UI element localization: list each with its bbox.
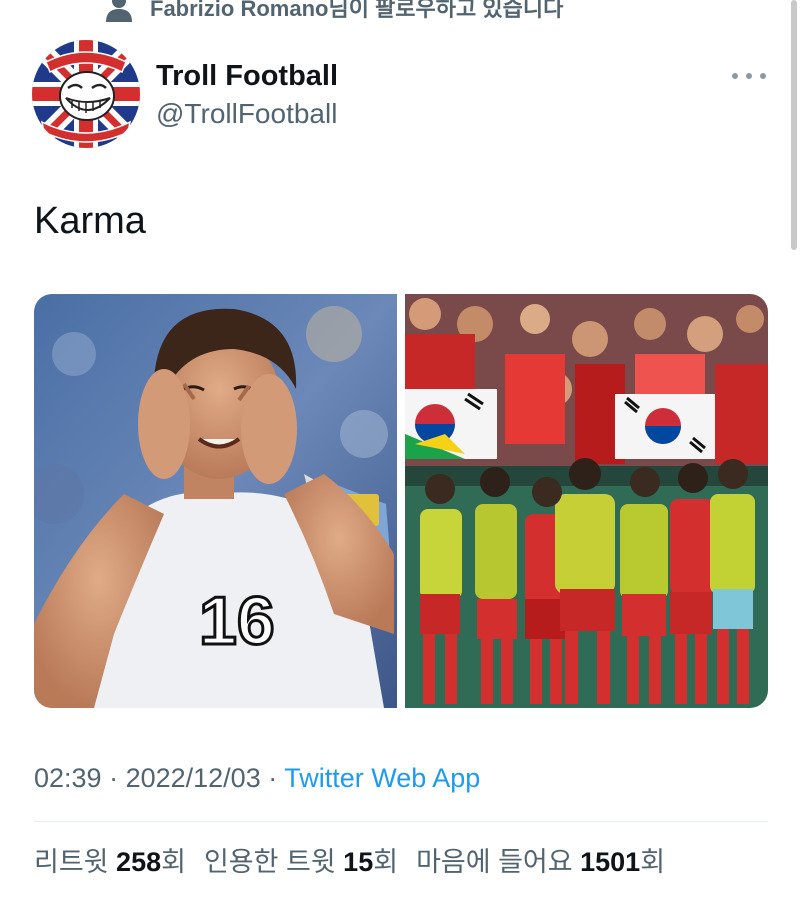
avatar-image bbox=[32, 40, 140, 148]
person-icon bbox=[106, 0, 132, 22]
more-horizontal-icon bbox=[732, 73, 738, 79]
player-photo: 16 bbox=[34, 294, 397, 708]
retweets-suffix: 회 bbox=[161, 847, 186, 877]
tweet-source-link[interactable]: Twitter Web App bbox=[284, 763, 480, 793]
tweet-media: 16 bbox=[34, 294, 768, 708]
retweets-count: 258 bbox=[116, 847, 162, 877]
likes-stat[interactable]: 마음에 들어요 1501회 bbox=[416, 842, 665, 882]
display-name[interactable]: Troll Football bbox=[156, 58, 338, 94]
tweet-date[interactable]: 2022/12/03 bbox=[126, 763, 261, 793]
meta-separator: · bbox=[101, 763, 126, 793]
more-horizontal-icon bbox=[760, 73, 766, 79]
tweet-stats: 리트윗 258회 인용한 트윗 15회 마음에 들어요 1501회 bbox=[34, 842, 665, 882]
tweet-text: Karma bbox=[34, 200, 146, 242]
quotes-label: 인용한 트윗 bbox=[203, 847, 336, 877]
meta-separator: · bbox=[260, 763, 285, 793]
quotes-suffix: 회 bbox=[373, 847, 399, 877]
scrollbar[interactable] bbox=[791, 0, 797, 250]
divider bbox=[34, 821, 768, 822]
retweets-stat[interactable]: 리트윗 258회 bbox=[34, 842, 186, 882]
likes-suffix: 회 bbox=[640, 847, 666, 877]
jersey-number: 16 bbox=[199, 583, 275, 659]
quotes-count: 15 bbox=[343, 847, 374, 877]
tweet-time[interactable]: 02:39 bbox=[34, 763, 102, 793]
user-handle[interactable]: @TrollFootball bbox=[156, 94, 338, 134]
social-context[interactable]: Fabrizio Romano님이 팔로우하고 있습니다 bbox=[104, 0, 563, 22]
more-options-button[interactable] bbox=[732, 64, 766, 88]
likes-count: 1501 bbox=[580, 847, 641, 877]
avatar[interactable] bbox=[32, 40, 140, 148]
quotes-stat[interactable]: 인용한 트윗 15회 bbox=[204, 842, 398, 882]
more-horizontal-icon bbox=[746, 73, 752, 79]
likes-label: 마음에 들어요 bbox=[416, 847, 573, 877]
media-photo-team[interactable] bbox=[405, 294, 768, 708]
social-context-text: Fabrizio Romano님이 팔로우하고 있습니다 bbox=[150, 0, 564, 21]
author-block[interactable]: Troll Football @TrollFootball bbox=[156, 58, 338, 134]
media-photo-player[interactable]: 16 bbox=[34, 294, 397, 708]
retweets-label: 리트윗 bbox=[34, 847, 109, 877]
team-celebration-photo bbox=[405, 294, 768, 708]
tweet-meta: 02:39 · 2022/12/03 · Twitter Web App bbox=[34, 758, 480, 798]
